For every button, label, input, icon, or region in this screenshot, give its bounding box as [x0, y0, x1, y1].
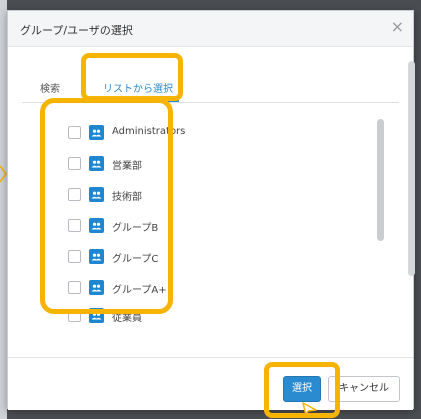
list-item-label: 技術部: [112, 192, 142, 203]
select-button[interactable]: 選択: [283, 376, 321, 402]
checkbox[interactable]: [68, 219, 81, 232]
list-item-label: グループB: [112, 223, 159, 234]
checkbox[interactable]: [68, 309, 81, 322]
group-user-select-dialog: グループ/ユーザの選択 × 検索 リストから選択 Administrators …: [7, 10, 415, 410]
list-scrollbar[interactable]: [377, 115, 384, 297]
checkbox[interactable]: [68, 250, 81, 263]
checkbox[interactable]: [68, 157, 81, 170]
dialog-body: 検索 リストから選択 Administrators 営業部 技術部 グループB …: [8, 48, 413, 371]
group-icon: [89, 156, 104, 171]
checkbox[interactable]: [68, 281, 81, 294]
tab-select-from-list[interactable]: リストから選択: [97, 80, 179, 102]
checkbox[interactable]: [68, 188, 81, 201]
group-icon: [89, 125, 104, 140]
list-item-label: グループC: [112, 254, 159, 265]
group-icon: [89, 249, 104, 264]
dialog-title: グループ/ユーザの選択: [20, 24, 133, 37]
dialog-scrollbar[interactable]: [408, 61, 415, 276]
list-item-label: グループA+: [112, 285, 167, 296]
cancel-button[interactable]: キャンセル: [328, 376, 400, 402]
tab-bar: 検索 リストから選択: [22, 77, 399, 103]
pointer-cursor-icon: [302, 402, 317, 416]
close-icon[interactable]: ×: [391, 19, 404, 35]
list-item-label: 営業部: [112, 161, 142, 172]
group-icon: [89, 187, 104, 202]
group-list: Administrators 営業部 技術部 グループB グループC グループA…: [22, 111, 402, 346]
checkbox[interactable]: [68, 126, 81, 139]
group-icon: [89, 218, 104, 233]
tab-search[interactable]: 検索: [40, 80, 60, 102]
dialog-footer: 選択 キャンセル: [8, 357, 413, 410]
list-item-label: Administrators: [112, 126, 186, 137]
list-scrollbar-thumb[interactable]: [377, 119, 384, 241]
backdrop-strip: [0, 0, 7, 419]
list-item-label: 従業員: [112, 313, 142, 324]
group-icon: [89, 308, 104, 323]
dialog-header: グループ/ユーザの選択 ×: [8, 11, 413, 47]
group-icon: [89, 280, 104, 295]
